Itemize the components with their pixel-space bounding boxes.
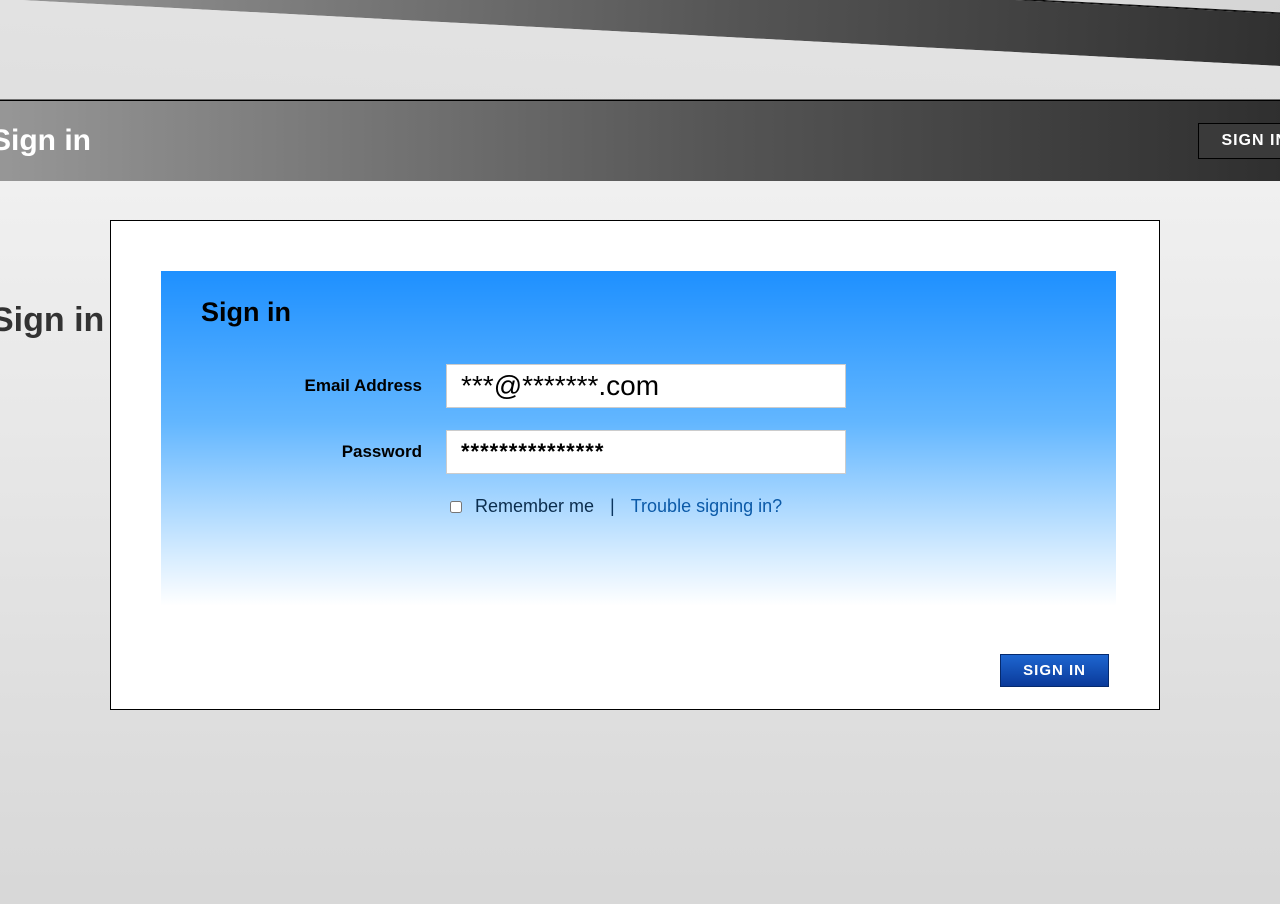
password-label: Password [201,442,446,462]
remember-me-checkbox[interactable] [450,501,462,513]
bg-signin-button: SIGN IN [1198,123,1280,159]
signin-button[interactable]: SIGN IN [1000,654,1109,687]
options-divider: | [604,496,621,517]
signin-dialog: Sign in Email Address Password Remember … [110,220,1160,710]
remember-me-label: Remember me [475,496,594,517]
email-label: Email Address [201,376,446,396]
password-field[interactable] [446,430,846,474]
options-row: Remember me | Trouble signing in? [446,496,1076,517]
signin-panel: Sign in Email Address Password Remember … [161,271,1116,606]
email-row: Email Address [201,364,1076,408]
password-row: Password [201,430,1076,474]
bg-window-header: Sign in SIGN IN [0,101,1280,181]
email-field[interactable] [446,364,846,408]
trouble-signing-in-link[interactable]: Trouble signing in? [631,496,782,517]
bg-header-title: Sign in [0,124,91,158]
signin-title: Sign in [201,297,1076,328]
